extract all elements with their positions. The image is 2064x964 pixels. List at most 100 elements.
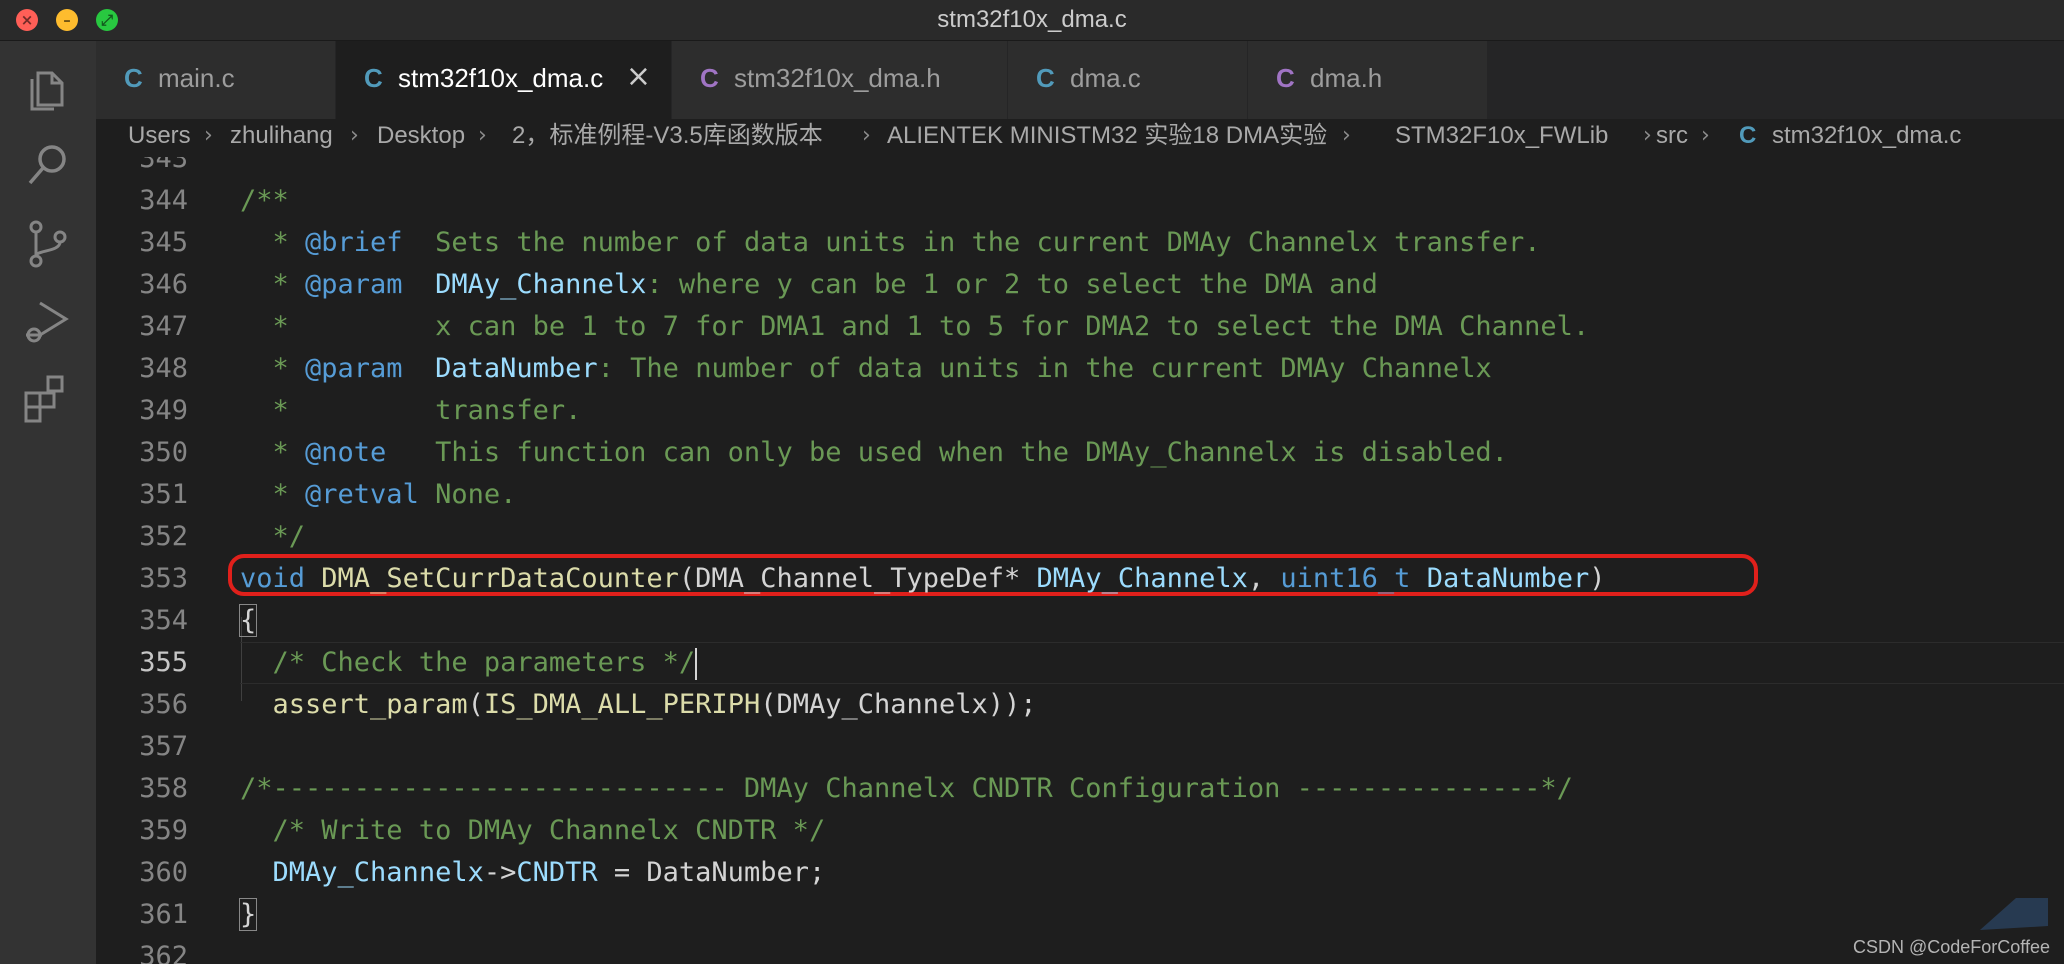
watermark: CSDN @CodeForCoffee: [1852, 937, 2050, 957]
code-token: CNDTR: [516, 857, 598, 888]
line-number: 351: [139, 479, 188, 510]
chevron-right-icon: ›: [1342, 123, 1351, 148]
code-line[interactable]: 358 /*---------------------------- DMAy C…: [96, 768, 2064, 810]
explorer-icon[interactable]: [20, 59, 76, 115]
chevron-right-icon: ›: [862, 123, 871, 148]
code-line[interactable]: 351 * @retval None.: [96, 474, 2064, 516]
tab-label: dma.c: [1070, 63, 1141, 93]
c-header-file-icon: C: [1276, 63, 1295, 93]
code-token: *: [240, 437, 306, 468]
line-number: 356: [139, 689, 188, 720]
c-file-icon: C: [364, 63, 383, 93]
line-number: 355: [139, 647, 188, 678]
code-text: * @param DataNumber: The number of data …: [240, 348, 1492, 390]
code-text: * x can be 1 to 7 for DMA1 and 1 to 5 fo…: [240, 306, 1590, 348]
code-token: DataNumber: [435, 353, 598, 384]
code-line[interactable]: 354 {: [96, 600, 2064, 642]
line-number: 357: [139, 731, 188, 762]
code-line[interactable]: 349 * transfer.: [96, 390, 2064, 432]
close-icon[interactable]: ×: [626, 59, 651, 94]
line-number: 358: [139, 773, 188, 804]
code-token: assert_param: [272, 689, 468, 720]
chevron-right-icon: ›: [1643, 123, 1652, 148]
tab-label: stm32f10x_dma.c: [398, 63, 604, 93]
tab-stm32f10x-dma-h[interactable]: C stm32f10x_dma.h: [672, 41, 1008, 119]
code-token: /**: [240, 185, 289, 216]
code-text: * transfer.: [240, 390, 582, 432]
code-line[interactable]: 359 /* Write to DMAy Channelx CNDTR */: [96, 810, 2064, 852]
breadcrumb-item[interactable]: src: [1656, 119, 1688, 153]
c-file-icon: C: [1739, 122, 1757, 149]
breadcrumb-item[interactable]: zhulihang: [230, 119, 333, 153]
code-line[interactable]: 350 * @note This function can only be us…: [96, 432, 2064, 474]
code-token: *: [240, 269, 306, 300]
code-line[interactable]: 361}: [96, 894, 2064, 936]
code-line[interactable]: 353 void DMA_SetCurrDataCounter(DMA_Chann…: [96, 558, 2064, 600]
code-token: DMAy_Channelx: [1036, 563, 1248, 594]
chevron-right-icon: ›: [1701, 123, 1710, 148]
breadcrumb-item[interactable]: 2，标准例程-V3.5库函数版本: [512, 119, 823, 153]
extensions-icon[interactable]: [20, 371, 76, 427]
code-token: This function can only be used when the …: [386, 437, 1508, 468]
code-token: @brief: [305, 227, 403, 258]
code-line[interactable]: 360 DMAy_Channelx->CNDTR = DataNumber;: [96, 852, 2064, 894]
code-line[interactable]: 343: [96, 157, 2064, 180]
code-token: uint16_t: [1280, 563, 1411, 594]
code-text: * @note This function can only be used w…: [240, 432, 1508, 474]
chevron-right-icon: ›: [350, 123, 359, 148]
chevron-right-icon: ›: [204, 123, 213, 148]
line-number: 346: [139, 269, 188, 300]
breadcrumb-item[interactable]: ALIENTEK MINISTM32 实验18 DMA实验: [887, 119, 1327, 153]
code-text: /* Check the parameters */: [240, 642, 698, 684]
line-number: 361: [139, 899, 188, 930]
tab-dma-c[interactable]: C dma.c: [1008, 41, 1248, 119]
line-number: 348: [139, 353, 188, 384]
tab-stm32f10x-dma-c[interactable]: C stm32f10x_dma.c ×: [336, 41, 672, 119]
code-line[interactable]: 357: [96, 726, 2064, 768]
breadcrumb-item[interactable]: STM32F10x_FWLib: [1395, 119, 1608, 153]
source-control-icon[interactable]: [20, 215, 76, 271]
tab-dma-h[interactable]: C dma.h: [1248, 41, 1488, 119]
tab-label: dma.h: [1310, 63, 1383, 93]
code-text: /* Write to DMAy Channelx CNDTR */: [240, 810, 826, 852]
code-text: void DMA_SetCurrDataCounter(DMA_Channel_…: [240, 558, 1606, 600]
code-text: */: [240, 516, 306, 558]
c-file-icon: C: [1036, 63, 1055, 93]
code-token: (: [467, 689, 484, 720]
code-token: /* Write to DMAy Channelx CNDTR */: [240, 815, 826, 846]
code-token: *: [240, 479, 306, 510]
tab-main-c[interactable]: C main.c: [96, 41, 336, 119]
breadcrumb-item[interactable]: Users: [128, 119, 191, 153]
code-line[interactable]: 344 /**: [96, 180, 2064, 222]
code-line[interactable]: 347 * x can be 1 to 7 for DMA1 and 1 to …: [96, 306, 2064, 348]
text-caret: [695, 647, 698, 680]
code-editor[interactable]: 343 344 /** 345 * @brief Sets the number of…: [96, 157, 2064, 964]
code-token: : where y can be 1 or 2 to select the DM…: [646, 269, 1378, 300]
code-line[interactable]: 346 * @param DMAy_Channelx: where y can …: [96, 264, 2064, 306]
code-token: {: [238, 604, 258, 637]
search-icon[interactable]: [20, 137, 76, 193]
code-token: DataNumber: [1426, 563, 1590, 594]
code-line[interactable]: 348 * @param DataNumber: The number of d…: [96, 348, 2064, 390]
code-line[interactable]: 362: [96, 936, 2064, 964]
tab-label: stm32f10x_dma.h: [734, 63, 941, 93]
breadcrumb-item[interactable]: Desktop: [377, 119, 465, 153]
code-line[interactable]: 352 */: [96, 516, 2064, 558]
code-line[interactable]: 355 /* Check the parameters */: [96, 642, 2064, 684]
code-line[interactable]: 345 * @brief Sets the number of data uni…: [96, 222, 2064, 264]
code-line[interactable]: 356 assert_param(IS_DMA_ALL_PERIPH(DMAy_…: [96, 684, 2064, 726]
c-header-file-icon: C: [700, 63, 719, 93]
code-token: @note: [305, 437, 387, 468]
code-token: @param: [305, 353, 403, 384]
window-title: stm32f10x_dma.c: [937, 6, 1127, 33]
code-token: DMAy_Channelx: [272, 857, 484, 888]
tab-label: main.c: [158, 63, 235, 93]
run-debug-icon[interactable]: [20, 293, 76, 349]
line-number: 354: [139, 605, 188, 636]
code-text: }: [238, 894, 258, 936]
breadcrumb-item[interactable]: stm32f10x_dma.c: [1772, 119, 1961, 153]
